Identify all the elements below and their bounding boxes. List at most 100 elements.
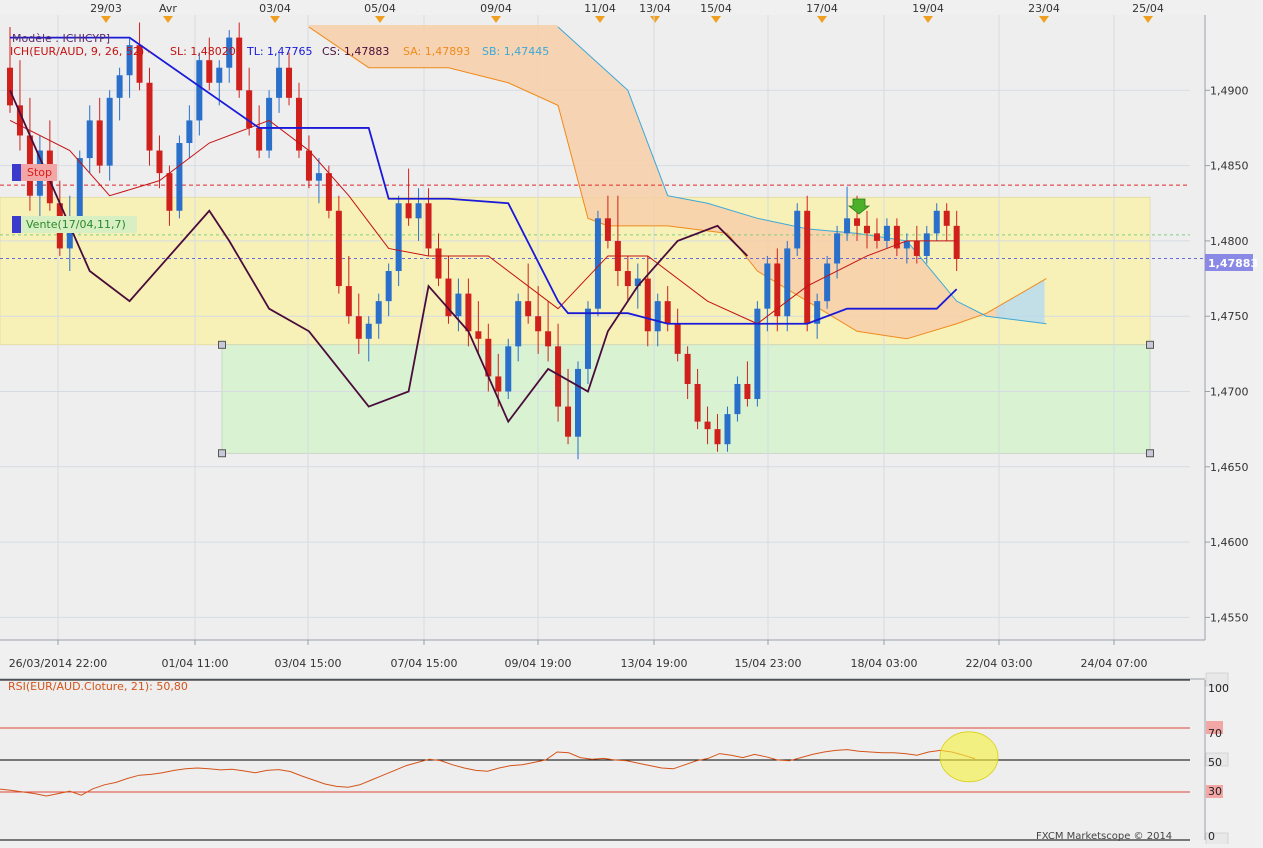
candle-body (325, 173, 332, 211)
candle-body (883, 225, 890, 241)
time-axis-label: 01/04 11:00 (162, 657, 229, 670)
zone-handle (1146, 340, 1154, 349)
candle-body (345, 286, 352, 317)
candle-body (804, 210, 811, 324)
sell-zone-band (0, 196, 1151, 346)
stop-label: Stop (27, 166, 52, 179)
candle-body (276, 67, 283, 98)
candle-body (505, 346, 512, 392)
order-marker[interactable]: Vente(17/04,11,7) (12, 216, 137, 233)
price-axis-label: 1,4850 (1210, 160, 1249, 173)
rsi-header: RSI(EUR/AUD.Cloture, 21): 50,80 (8, 680, 188, 693)
candle-body (714, 429, 721, 445)
candle-body (794, 210, 801, 249)
candle-body (196, 60, 203, 121)
candle-body (624, 271, 631, 287)
stop-handle[interactable] (12, 164, 21, 181)
candle-body (824, 263, 831, 302)
time-axis-label: 13/04 19:00 (621, 657, 688, 670)
candle-body (425, 203, 432, 249)
candle-body (355, 316, 362, 339)
candle-body (465, 293, 472, 332)
candle-body (604, 218, 611, 241)
model-label: Modèle : ICHICYP] (12, 32, 110, 45)
candle-body (943, 210, 950, 226)
candle-body (873, 233, 880, 241)
candle-body (116, 75, 123, 98)
event-date-label: 29/03 (90, 2, 122, 15)
candle-body (684, 353, 691, 384)
candle-body (863, 225, 870, 234)
candle-body (525, 301, 532, 317)
candle-body (315, 173, 322, 181)
rsi-level-0: 0 (1208, 830, 1215, 843)
time-axis-label: 09/04 19:00 (505, 657, 572, 670)
highlight-circle (939, 731, 999, 783)
candle-body (664, 301, 671, 324)
candle-body (305, 150, 312, 181)
candle-body (146, 82, 153, 151)
candle-body (565, 406, 572, 437)
price-tag-text: 1,47883 (1208, 257, 1258, 270)
price-axis-label: 1,4650 (1210, 461, 1249, 474)
time-axis-label: 15/04 23:00 (735, 657, 802, 670)
candle-body (216, 67, 223, 83)
event-date-label: 03/04 (259, 2, 291, 15)
candle-body (206, 60, 213, 83)
candle-body (764, 263, 771, 309)
candle-body (704, 421, 711, 430)
candle-body (455, 293, 462, 317)
event-date-label: 09/04 (480, 2, 512, 15)
candle-body (953, 225, 960, 259)
price-axis-label: 1,4550 (1210, 611, 1249, 624)
candle-body (106, 97, 113, 166)
candle-body (76, 158, 83, 219)
candle-body (594, 218, 601, 309)
candle-body (405, 203, 412, 219)
chart-window: 29/03 Avr 03/04 05/04 09/04 11/04 13/04 15/04 17… (0, 0, 1263, 847)
candle-body (933, 210, 940, 234)
candle-body (495, 376, 502, 392)
candle-body (575, 368, 582, 437)
candle-body (694, 383, 701, 422)
candle-body (86, 120, 93, 159)
candle-body (545, 331, 552, 347)
event-date-label: 05/04 (364, 2, 396, 15)
sl-value: SL: 1,48020 (170, 45, 236, 58)
candle-body (674, 323, 681, 354)
candle-body (335, 210, 342, 287)
candle-body (584, 308, 591, 369)
candle-body (96, 120, 103, 166)
sa-value: SA: 1,47893 (403, 45, 470, 58)
candle-body (844, 218, 851, 234)
candle-body (644, 278, 651, 332)
event-date-label: 19/04 (912, 2, 944, 15)
time-axis-label: 22/04 03:00 (966, 657, 1033, 670)
candle-body (475, 331, 482, 339)
candle-body (535, 316, 542, 332)
event-date-label: Avr (159, 2, 177, 15)
event-date-label: 11/04 (584, 2, 616, 15)
sb-value: SB: 1,47445 (482, 45, 549, 58)
price-axis-label: 1,4700 (1210, 386, 1249, 399)
ichimoku-prefix: ICH(EUR/AUD, 9, 26, 52) - (10, 45, 152, 58)
chart-canvas: 29/03 Avr 03/04 05/04 09/04 11/04 13/04 15/04 17… (0, 0, 1263, 847)
zone-handle (218, 449, 226, 458)
zone-handle (1146, 449, 1154, 458)
stop-marker[interactable]: Stop (12, 164, 57, 181)
price-axis-label: 1,4750 (1210, 310, 1249, 323)
order-label: Vente(17/04,11,7) (26, 218, 126, 231)
time-axis-label: 24/04 07:00 (1081, 657, 1148, 670)
candle-body (784, 248, 791, 317)
candle-body (256, 127, 263, 151)
candle-body (724, 414, 731, 445)
candle-body (166, 173, 173, 211)
cs-value: CS: 1,47883 (322, 45, 389, 58)
candle-body (913, 240, 920, 256)
candle-body (654, 301, 661, 332)
candle-body (515, 301, 522, 347)
candle-body (236, 37, 243, 91)
candle-body (176, 143, 183, 211)
candle-body (286, 67, 293, 98)
order-handle[interactable] (12, 216, 21, 233)
